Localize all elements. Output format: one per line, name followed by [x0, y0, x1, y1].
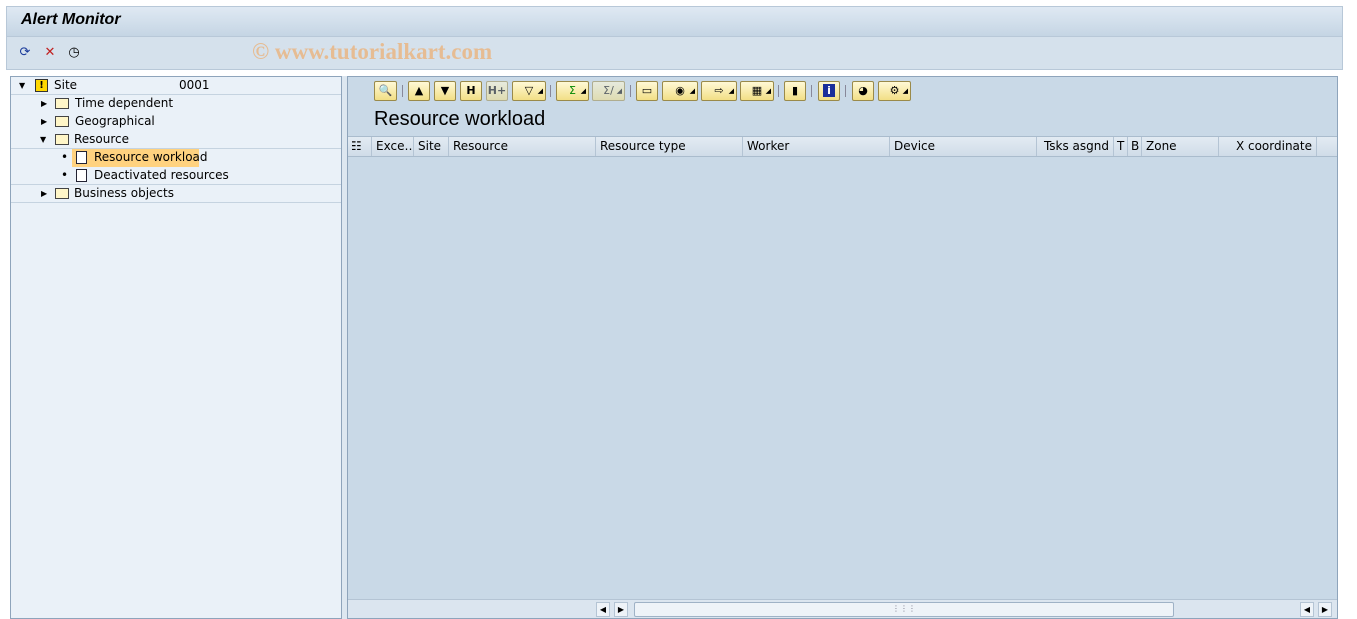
- tree-node-label: Site: [54, 78, 78, 92]
- window-title: Alert Monitor: [21, 11, 121, 28]
- sort-descending-button[interactable]: ▼: [434, 81, 456, 101]
- find-next-button: H+: [486, 81, 508, 101]
- expand-icon[interactable]: ▶: [41, 95, 47, 112]
- find-button[interactable]: H: [460, 81, 482, 101]
- bullet: •: [61, 150, 69, 164]
- sort-ascending-button[interactable]: ▲: [408, 81, 430, 101]
- column-header-x-coordinate[interactable]: X coordinate: [1219, 137, 1317, 156]
- graphic-button[interactable]: ▮: [784, 81, 806, 101]
- scroll-right-icon[interactable]: ▶: [614, 602, 628, 617]
- tree-node-time-dependent[interactable]: ▶ Time dependent: [11, 95, 341, 113]
- collapse-icon[interactable]: ▼: [19, 77, 25, 94]
- tree-node-business-objects[interactable]: ▶ Business objects: [11, 185, 341, 203]
- settings-button[interactable]: ⚙ ◢: [878, 81, 911, 101]
- separator: [402, 85, 403, 97]
- views-button[interactable]: ◉ ◢: [662, 81, 698, 101]
- layout-button[interactable]: ▦ ◢: [740, 81, 774, 101]
- column-header-row: ☷ Exce… Site Resource Resource type Work…: [348, 136, 1337, 157]
- tree-node-label: Deactivated resources: [94, 168, 229, 182]
- open-folder-icon: [55, 134, 69, 145]
- clock-icon[interactable]: ◷: [66, 45, 82, 61]
- details-button[interactable]: 🔍: [374, 81, 397, 101]
- separator: [630, 85, 631, 97]
- document-icon: [76, 169, 87, 182]
- watermark: © www.tutorialkart.com: [252, 39, 493, 64]
- column-header-b[interactable]: B: [1128, 137, 1142, 156]
- column-header-t[interactable]: T: [1114, 137, 1128, 156]
- alv-grid-container: 🔍 ▲ ▼ H H+ ▽ ◢ Σ ◢ Σ/◢ ▭ ◉ ◢ ⇨ ◢ ▦ ◢ ▮ i ◕ ⚙ ◢…: [347, 76, 1338, 619]
- column-header-site[interactable]: Site: [414, 137, 449, 156]
- column-header-resource-type[interactable]: Resource type: [596, 137, 743, 156]
- expand-icon[interactable]: ▶: [41, 185, 47, 202]
- tree-node-geographical[interactable]: ▶ Geographical: [11, 113, 341, 131]
- tree-node-label: Business objects: [74, 186, 174, 200]
- column-header-zone[interactable]: Zone: [1142, 137, 1219, 156]
- separator: [811, 85, 812, 97]
- color-button[interactable]: ◕: [852, 81, 874, 101]
- tree-node-label: Resource workload: [94, 150, 208, 164]
- grid-title: Resource workload: [374, 108, 546, 130]
- filter-button[interactable]: ▽ ◢: [512, 81, 546, 101]
- column-header-exception[interactable]: Exce…: [372, 137, 414, 156]
- refresh-icon[interactable]: ⟳: [17, 45, 33, 61]
- title-bar: Alert Monitor: [6, 6, 1343, 37]
- separator: [778, 85, 779, 97]
- column-header-tasks-assigned[interactable]: Tsks asgnd: [1037, 137, 1114, 156]
- scroll-left-icon[interactable]: ◀: [1300, 602, 1314, 617]
- separator: [845, 85, 846, 97]
- column-header-device[interactable]: Device: [890, 137, 1037, 156]
- scroll-right-icon[interactable]: ▶: [1318, 602, 1332, 617]
- folder-icon: [55, 116, 69, 127]
- separator: [550, 85, 551, 97]
- delete-alert-icon[interactable]: ✕: [42, 45, 58, 61]
- site-value: 0001: [179, 78, 210, 92]
- collapse-icon[interactable]: ▼: [40, 131, 46, 148]
- column-header-resource[interactable]: Resource: [449, 137, 596, 156]
- scroll-left-icon[interactable]: ◀: [596, 602, 610, 617]
- column-header-worker[interactable]: Worker: [743, 137, 890, 156]
- info-icon: i: [823, 84, 835, 97]
- information-button[interactable]: i: [818, 81, 840, 101]
- navigation-tree: ▼ ! Site 0001 ▶ Time dependent ▶ Geograp…: [10, 76, 342, 619]
- document-icon: [76, 151, 87, 164]
- tree-node-resource-workload[interactable]: • Resource workload: [11, 149, 341, 167]
- print-preview-button[interactable]: ▭: [636, 81, 658, 101]
- scrollbar-thumb[interactable]: ⋮⋮⋮: [634, 602, 1174, 617]
- tree-node-resource[interactable]: ▼ Resource: [11, 131, 341, 149]
- tree-node-site[interactable]: ▼ ! Site 0001: [11, 77, 341, 95]
- tree-node-label: Time dependent: [75, 96, 174, 110]
- warning-icon: !: [35, 79, 48, 92]
- sum-button[interactable]: Σ ◢: [556, 81, 589, 101]
- tree-node-deactivated-resources[interactable]: • Deactivated resources: [11, 167, 341, 185]
- subtotals-button: Σ/◢: [592, 81, 625, 101]
- export-button[interactable]: ⇨ ◢: [701, 81, 737, 101]
- folder-icon: [55, 98, 69, 109]
- horizontal-scrollbar[interactable]: ◀ ▶ ⋮⋮⋮ ◀ ▶: [348, 599, 1337, 618]
- expand-icon[interactable]: ▶: [41, 113, 47, 130]
- select-all-icon[interactable]: ☷: [349, 137, 372, 156]
- application-toolbar: ⟳ ✕ ◷ © www.tutorialkart.com: [6, 37, 1343, 70]
- tree-node-label: Resource: [74, 132, 130, 146]
- folder-icon: [55, 188, 69, 199]
- tree-node-label: Geographical: [75, 114, 155, 128]
- bullet: •: [61, 168, 69, 182]
